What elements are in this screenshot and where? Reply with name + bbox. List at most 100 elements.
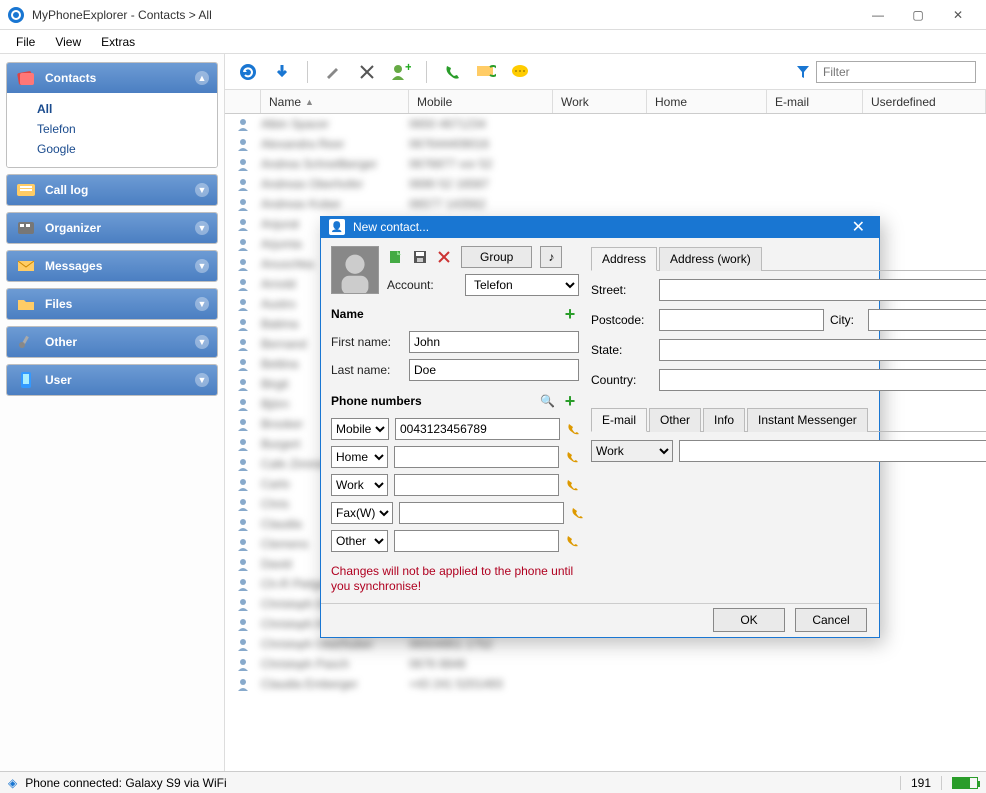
phone-icon[interactable] <box>565 478 579 492</box>
menu-extras[interactable]: Extras <box>91 32 145 52</box>
chat-button[interactable] <box>507 59 533 85</box>
account-select[interactable]: Telefon <box>465 274 579 296</box>
ok-button[interactable]: OK <box>713 608 785 632</box>
phone-input[interactable] <box>394 446 559 468</box>
sidebar-item-all[interactable]: All <box>37 99 209 119</box>
name-section-label: Name <box>331 307 364 321</box>
download-button[interactable] <box>269 59 295 85</box>
phone-type-select[interactable]: Mobile <box>331 418 389 440</box>
state-input[interactable] <box>659 339 986 361</box>
menu-file[interactable]: File <box>6 32 45 52</box>
toolbar: + <box>225 54 986 90</box>
add-phone-icon[interactable]: + <box>561 391 579 412</box>
filter-icon[interactable] <box>796 65 810 79</box>
cancel-button[interactable]: Cancel <box>795 608 867 632</box>
phone-input[interactable] <box>394 530 559 552</box>
tab-im[interactable]: Instant Messenger <box>747 408 868 432</box>
delete-button[interactable] <box>354 59 380 85</box>
sidebar-head-messages[interactable]: Messages▼ <box>7 251 217 281</box>
sidebar-item-telefon[interactable]: Telefon <box>37 119 209 139</box>
window-close[interactable]: ✕ <box>938 2 978 28</box>
country-input[interactable] <box>659 369 986 391</box>
sidebar-item-google[interactable]: Google <box>37 139 209 159</box>
col-home[interactable]: Home <box>647 90 767 113</box>
tab-info[interactable]: Info <box>703 408 745 432</box>
ringtone-button[interactable]: ♪ <box>540 246 562 268</box>
new-icon[interactable] <box>387 248 405 266</box>
city-input[interactable] <box>868 309 986 331</box>
email-input[interactable] <box>679 440 986 462</box>
col-icon[interactable] <box>225 90 261 113</box>
group-button[interactable]: Group <box>461 246 532 268</box>
sidebar-head-user[interactable]: User▼ <box>7 365 217 395</box>
wifi-icon: ◈ <box>8 776 17 790</box>
lastname-input[interactable] <box>409 359 579 381</box>
col-userdefined[interactable]: Userdefined <box>863 90 986 113</box>
phone-icon[interactable] <box>565 450 579 464</box>
sidebar-group-contacts: Contacts ▲ All Telefon Google <box>6 62 218 168</box>
phone-input[interactable] <box>399 502 564 524</box>
col-mobile[interactable]: Mobile <box>409 90 553 113</box>
sidebar-label: Contacts <box>45 71 96 85</box>
sidebar-head-organizer[interactable]: Organizer▼ <box>7 213 217 243</box>
dialog-titlebar[interactable]: 👤 New contact... ✕ <box>321 217 879 238</box>
window-maximize[interactable]: ▢ <box>898 2 938 28</box>
phone-type-select[interactable]: Fax(W) <box>331 502 393 524</box>
call-button[interactable] <box>439 59 465 85</box>
phone-icon[interactable] <box>566 422 580 436</box>
phone-type-select[interactable]: Work <box>331 474 388 496</box>
add-contact-button[interactable]: + <box>388 59 414 85</box>
sidebar-head-files[interactable]: Files▼ <box>7 289 217 319</box>
phone-type-select[interactable]: Other <box>331 530 388 552</box>
messages-icon <box>15 257 37 275</box>
person-icon <box>225 157 261 171</box>
avatar[interactable] <box>331 246 379 294</box>
sidebar-head-contacts[interactable]: Contacts ▲ <box>7 63 217 93</box>
table-row[interactable]: Albin Spacer0650 4671234 <box>225 114 986 134</box>
tab-other[interactable]: Other <box>649 408 701 432</box>
col-email[interactable]: E-mail <box>767 90 863 113</box>
col-work[interactable]: Work <box>553 90 647 113</box>
dialog-close-icon[interactable]: ✕ <box>846 217 871 237</box>
table-row[interactable]: Alexandra Reer067644409016 <box>225 134 986 154</box>
sync-button[interactable] <box>235 59 261 85</box>
phone-input[interactable] <box>394 474 559 496</box>
window-minimize[interactable]: — <box>858 2 898 28</box>
tab-email[interactable]: E-mail <box>591 408 647 432</box>
edit-button[interactable] <box>320 59 346 85</box>
person-icon <box>225 177 261 191</box>
sms-button[interactable] <box>473 59 499 85</box>
sidebar-head-calllog[interactable]: Call log▼ <box>7 175 217 205</box>
files-icon <box>15 295 37 313</box>
save-icon[interactable] <box>411 248 429 266</box>
col-name[interactable]: Name▲ <box>261 90 409 113</box>
tab-address[interactable]: Address <box>591 247 657 271</box>
postcode-input[interactable] <box>659 309 824 331</box>
chevron-down-icon: ▼ <box>195 373 209 387</box>
person-icon <box>225 657 261 671</box>
search-icon[interactable]: 🔍 <box>540 394 555 408</box>
person-icon <box>225 297 261 311</box>
phone-input[interactable] <box>395 418 560 440</box>
add-name-icon[interactable]: + <box>561 304 579 325</box>
phone-type-select[interactable]: Home <box>331 446 388 468</box>
phone-icon[interactable] <box>570 506 584 520</box>
street-input[interactable] <box>659 279 986 301</box>
table-row[interactable]: Andreas Oberhofer0690 52 16587 <box>225 174 986 194</box>
window-titlebar: MyPhoneExplorer - Contacts > All — ▢ ✕ <box>0 0 986 30</box>
delete-icon[interactable] <box>435 248 453 266</box>
table-row[interactable]: Claudia Emberger+43 241 5201493 <box>225 674 986 694</box>
table-row[interactable]: Andrea Schnellberger0676877 vor 52 <box>225 154 986 174</box>
filter-input[interactable] <box>816 61 976 83</box>
table-row[interactable]: Christoph Pasch0676 8848 <box>225 654 986 674</box>
firstname-input[interactable] <box>409 331 579 353</box>
tab-address-work[interactable]: Address (work) <box>659 247 762 271</box>
sidebar-head-other[interactable]: Other▼ <box>7 327 217 357</box>
other-icon <box>15 333 37 351</box>
phone-icon[interactable] <box>565 534 579 548</box>
table-row[interactable]: Andreas Kober06577 143562 <box>225 194 986 214</box>
person-icon <box>225 497 261 511</box>
email-type-select[interactable]: Work <box>591 440 673 462</box>
lastname-label: Last name: <box>331 363 403 377</box>
menu-view[interactable]: View <box>45 32 91 52</box>
